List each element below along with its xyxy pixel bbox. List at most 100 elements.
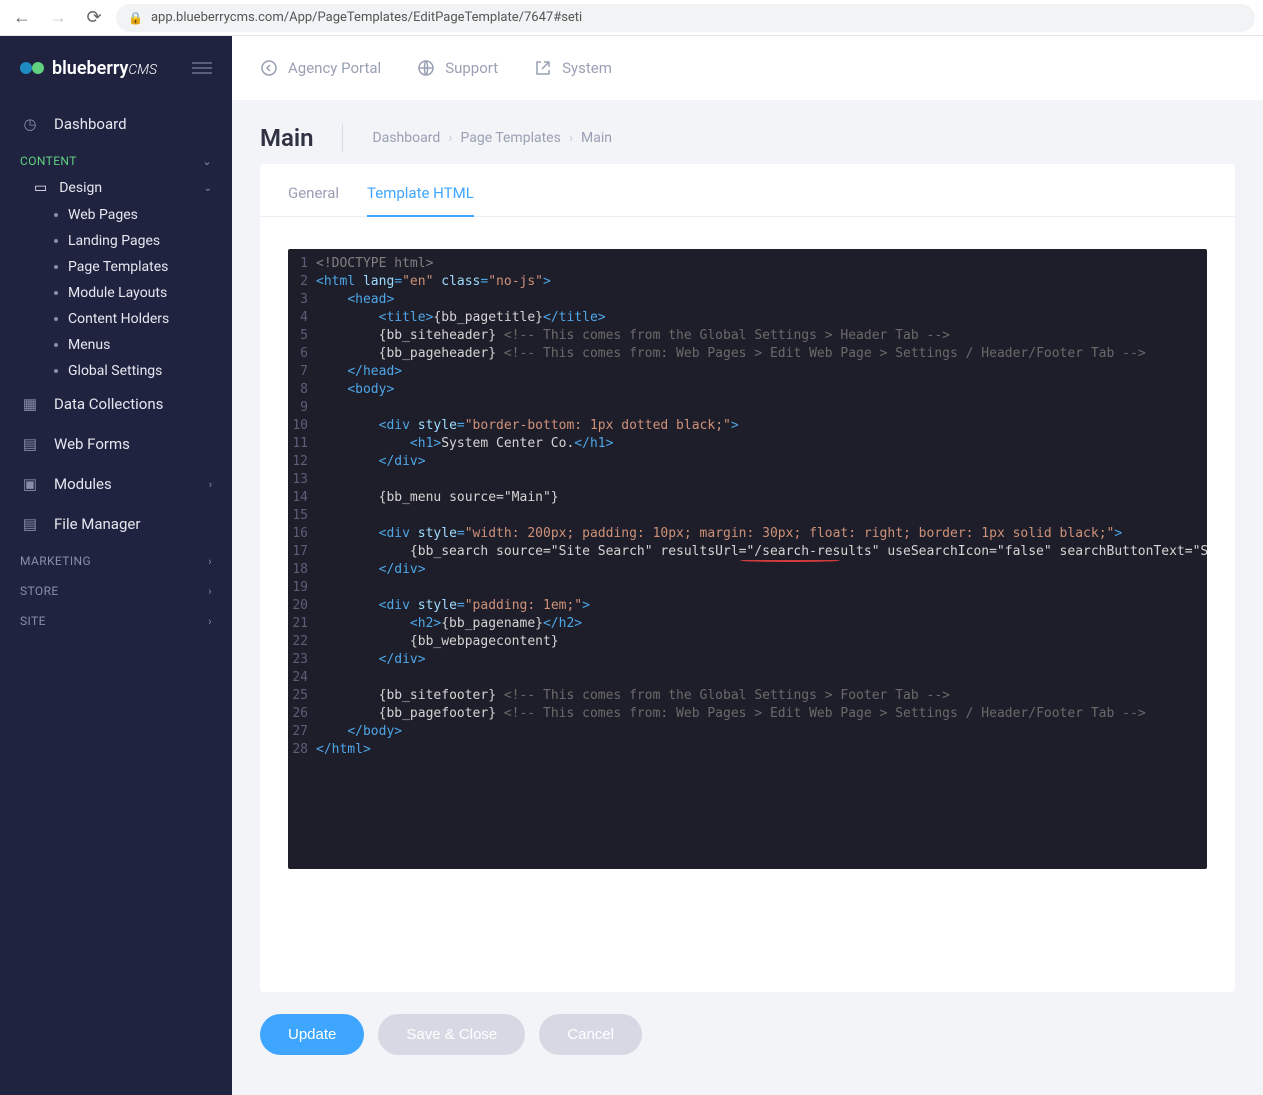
back-button[interactable]: ← [8, 4, 36, 32]
code-line: 4 <title>{bb_pagetitle}</title> [288, 309, 1207, 327]
sidebar-item-label: Global Settings [68, 363, 162, 379]
chevron-right-icon: › [208, 615, 212, 628]
sidebar-item-label: Menus [68, 337, 110, 353]
bullet-icon [54, 291, 58, 295]
annotation-underline [740, 559, 840, 562]
chevron-down-icon: ⌄ [202, 155, 212, 168]
sidebar-item-label: Page Templates [68, 259, 168, 275]
footer-buttons: Update Save & Close Cancel [232, 992, 1263, 1095]
sidebar-item[interactable]: ▣ Modules › [0, 464, 232, 504]
save-close-button[interactable]: Save & Close [378, 1014, 525, 1055]
bullet-icon [54, 317, 58, 321]
sidebar-subitem[interactable]: Web Pages [0, 202, 232, 228]
sidebar-item-label: Data Collections [54, 395, 163, 413]
code-line: 24 [288, 669, 1207, 687]
sidebar-subitem[interactable]: Menus [0, 332, 232, 358]
code-line: 2<html lang="en" class="no-js"> [288, 273, 1207, 291]
sidebar-subitem[interactable]: Page Templates [0, 254, 232, 280]
sidebar-section-store[interactable]: STORE › [0, 574, 232, 604]
sidebar-item-label: Module Layouts [68, 285, 167, 301]
content-card: General Template HTML 1<!DOCTYPE html>2<… [260, 164, 1235, 992]
code-line: 20 <div style="padding: 1em;"> [288, 597, 1207, 615]
back-circle-icon [260, 59, 278, 77]
breadcrumb-link[interactable]: Page Templates [460, 130, 560, 146]
code-line: 3 <head> [288, 291, 1207, 309]
code-line: 6 {bb_pageheader} <!-- This comes from: … [288, 345, 1207, 363]
tab-general[interactable]: General [288, 184, 339, 216]
menu-toggle-icon[interactable] [192, 62, 212, 74]
page-header: Main Dashboard › Page Templates › Main [232, 100, 1263, 164]
code-line: 23 </div> [288, 651, 1207, 669]
sidebar: blueberryCMS ◷ Dashboard CONTENT ⌄ ▭ Des… [0, 36, 232, 1095]
code-line: 21 <h2>{bb_pagename}</h2> [288, 615, 1207, 633]
code-line: 19 [288, 579, 1207, 597]
sidebar-item[interactable]: ▦Data Collections [0, 384, 232, 424]
bullet-icon [54, 239, 58, 243]
code-line: 16 <div style="width: 200px; padding: 10… [288, 525, 1207, 543]
sidebar-item[interactable]: ▤File Manager [0, 504, 232, 544]
breadcrumb-link[interactable]: Dashboard [373, 130, 441, 146]
code-line: 1<!DOCTYPE html> [288, 255, 1207, 273]
chevron-right-icon: › [209, 478, 212, 491]
external-link-icon [534, 59, 552, 77]
topbar-agency-portal[interactable]: Agency Portal [260, 59, 381, 77]
cancel-button[interactable]: Cancel [539, 1014, 642, 1055]
code-line: 5 {bb_siteheader} <!-- This comes from t… [288, 327, 1207, 345]
logo[interactable]: blueberryCMS [20, 56, 157, 80]
code-line: 7 </head> [288, 363, 1207, 381]
code-line: 10 <div style="border-bottom: 1px dotted… [288, 417, 1207, 435]
browser-chrome: ← → ⟳ 🔒 app.blueberrycms.com/App/PageTem… [0, 0, 1263, 36]
code-line: 8 <body> [288, 381, 1207, 399]
item-icon: ▣ [20, 474, 40, 494]
chevron-right-icon: › [208, 555, 212, 568]
sidebar-item-label: Landing Pages [68, 233, 160, 249]
sidebar-section-site[interactable]: SITE › [0, 604, 232, 634]
sidebar-item-label: Web Forms [54, 435, 130, 453]
topbar-support[interactable]: Support [417, 59, 498, 77]
sidebar-item-label: Dashboard [54, 115, 127, 133]
logo-icon [20, 56, 44, 80]
breadcrumb: Dashboard › Page Templates › Main [373, 130, 613, 146]
chevron-right-icon: › [208, 585, 212, 598]
topbar: Agency Portal Support System [232, 36, 1263, 100]
code-line: 27 </body> [288, 723, 1207, 741]
sidebar-item-dashboard[interactable]: ◷ Dashboard [0, 104, 232, 144]
code-line: 15 [288, 507, 1207, 525]
code-line: 28</html> [288, 741, 1207, 759]
code-editor[interactable]: 1<!DOCTYPE html>2<html lang="en" class="… [288, 249, 1207, 869]
bullet-icon [54, 369, 58, 373]
code-line: 22 {bb_webpagecontent} [288, 633, 1207, 651]
topbar-system[interactable]: System [534, 59, 612, 77]
lock-icon: 🔒 [128, 11, 143, 25]
sidebar-section-marketing[interactable]: MARKETING › [0, 544, 232, 574]
code-line: 25 {bb_sitefooter} <!-- This comes from … [288, 687, 1207, 705]
code-line: 11 <h1>System Center Co.</h1> [288, 435, 1207, 453]
sidebar-item[interactable]: ▤Web Forms [0, 424, 232, 464]
sidebar-section-content[interactable]: CONTENT ⌄ [0, 144, 232, 174]
sidebar-subitem[interactable]: Landing Pages [0, 228, 232, 254]
page-title: Main [260, 124, 343, 152]
design-icon: ▭ [34, 180, 47, 196]
sidebar-item-design[interactable]: ▭ Design ⌄ [0, 174, 232, 202]
update-button[interactable]: Update [260, 1014, 364, 1055]
bullet-icon [54, 343, 58, 347]
sidebar-item-label: File Manager [54, 515, 140, 533]
tabs: General Template HTML [260, 164, 1235, 217]
dashboard-icon: ◷ [20, 114, 40, 134]
bullet-icon [54, 213, 58, 217]
code-line: 14 {bb_menu source="Main"} [288, 489, 1207, 507]
sidebar-item-label: Modules [54, 475, 112, 493]
sidebar-subitem[interactable]: Global Settings [0, 358, 232, 384]
sidebar-item-label: Design [59, 180, 102, 196]
sidebar-subitem[interactable]: Module Layouts [0, 280, 232, 306]
reload-button[interactable]: ⟳ [80, 4, 108, 32]
code-line: 12 </div> [288, 453, 1207, 471]
url-bar[interactable]: 🔒 app.blueberrycms.com/App/PageTemplates… [116, 4, 1255, 32]
bullet-icon [54, 265, 58, 269]
url-text: app.blueberrycms.com/App/PageTemplates/E… [151, 10, 582, 25]
sidebar-subitem[interactable]: Content Holders [0, 306, 232, 332]
chevron-down-icon: ⌄ [204, 183, 212, 194]
forward-button[interactable]: → [44, 4, 72, 32]
tab-template-html[interactable]: Template HTML [367, 184, 474, 216]
globe-icon [417, 59, 435, 77]
